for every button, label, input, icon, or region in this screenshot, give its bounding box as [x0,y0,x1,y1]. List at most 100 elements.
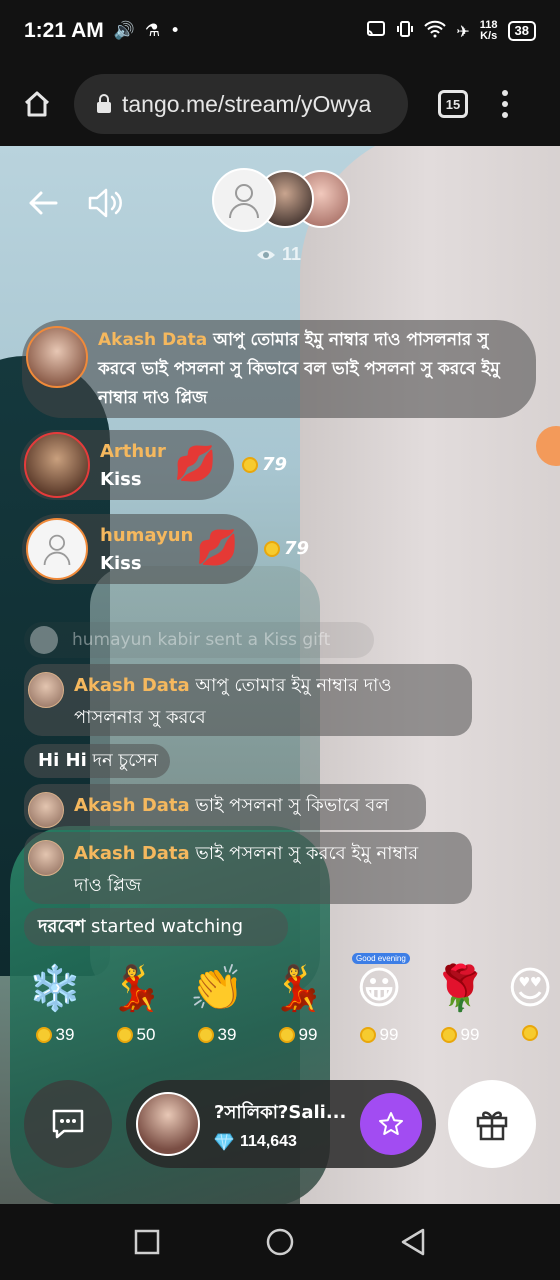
gift-price: 99 [278,1025,317,1045]
chat-message[interactable]: Akash Data আপু তোমার ইমু নাম্বার দাও পাস… [24,664,472,736]
host-avatar[interactable] [212,168,276,232]
chat-message[interactable]: Hi Hi দন চুসেন [24,744,170,778]
chat-message-text: Akash Data ভাই পসলনা সু কিভাবে বল [74,795,389,816]
gift-clapping[interactable]: 👏 39 [182,961,252,1061]
stream-bottom-controls: ?সালিকা?Sali... 114,643 [0,1076,560,1176]
coin-icon [197,1027,214,1043]
gift-button[interactable] [448,1080,536,1168]
url-bar[interactable]: tango.me/stream/yOwya [74,74,408,134]
heart-eyes-emoji-icon: 😍 [507,963,553,1014]
coin-icon [359,1027,376,1043]
gift-message[interactable]: Arthur Kiss 💋 [20,430,234,500]
kiss-lips-icon: 💋 [196,528,239,568]
chat-message-highlighted[interactable]: Akash Data আপু তোমার ইমু নাম্বার দাও পাস… [22,320,536,418]
coin-icon [278,1027,295,1043]
user-avatar[interactable] [28,672,64,708]
coin-icon [264,540,280,557]
gift-dancer[interactable]: 💃 99 [263,961,333,1061]
home-nav-button[interactable] [260,1222,300,1262]
host-name: ?সালিকা?Sali... [214,1101,347,1123]
user-avatar[interactable] [24,432,90,498]
back-button[interactable] [26,186,60,220]
gift-message[interactable]: humayun Kiss 💋 [22,514,258,584]
more-menu-button[interactable] [502,90,508,118]
status-time: 1:21 AM [24,19,104,42]
gift-box-icon [476,1111,508,1141]
gift-price: 50 [116,1025,155,1045]
chat-message[interactable]: Akash Data ভাই পসলনা সু করবে ইমু নাম্বার… [24,832,472,904]
chat-message-text: Hi Hi দন চুসেন [38,750,158,771]
home-button[interactable] [0,62,74,146]
chat-bubble-icon [52,1109,84,1139]
coin-icon [35,1027,52,1043]
chat-message-faded: humayun kabir sent a Kiss gift [24,622,374,658]
menu-dot [502,101,508,107]
dot-icon: • [170,21,181,41]
good-evening-emoji-icon: 😀 [356,963,402,1014]
gift-price: 39 [197,1025,236,1045]
gift-coins: 79 [242,454,287,475]
url-text: tango.me/stream/yOwya [122,90,372,117]
chat-message-text: Akash Data আপু তোমার ইমু নাম্বার দাও পাস… [74,675,392,728]
chat-message-text: দরবেশ started watching [38,916,244,937]
gift-good-evening[interactable]: Good evening 😀 99 [344,953,414,1061]
status-bar: 1:21 AM 🔊 ⚗ • ✈ 118 K/s 38 [0,0,560,62]
network-speed: 118 K/s [479,19,498,42]
host-diamonds: 114,643 [214,1133,352,1151]
quick-gift-bar: ❄️ 39 💃 50 👏 39 💃 99 Good evening 😀 99 🌹… [0,953,560,1071]
host-profile-card[interactable]: ?সালিকা?Sali... 114,643 [126,1080,436,1168]
chat-message-text: Akash Data ভাই পসলনা সু করবে ইমু নাম্বার… [74,843,419,896]
snowflake-icon: ❄️ [27,963,83,1014]
gift-price: 99 [440,1025,479,1045]
user-avatar[interactable] [28,792,64,828]
host-avatar[interactable] [136,1092,200,1156]
follow-button[interactable] [360,1093,422,1155]
chat-button[interactable] [24,1080,112,1168]
home-icon [24,91,50,117]
status-left-icons: 🔊 ⚗ • [114,21,180,41]
gift-price [522,1025,538,1041]
menu-dot [502,90,508,96]
status-right-icons: ✈ 118 K/s 38 [366,20,536,42]
coin-icon [116,1027,133,1043]
coin-icon [242,456,258,473]
clapping-icon: 👏 [189,963,245,1014]
triangle-back-icon [402,1228,425,1256]
sound-toggle-button[interactable] [86,186,126,220]
recent-apps-button[interactable] [127,1222,167,1262]
user-placeholder-icon [43,534,71,566]
gift-heart-eyes[interactable]: 😍 [500,961,560,1061]
user-avatar[interactable] [26,518,88,580]
arrow-left-icon [29,191,58,215]
gift-coins: 79 [264,538,309,559]
browser-toolbar: tango.me/stream/yOwya 15 [0,62,560,146]
gift-badge: Good evening [352,953,410,964]
flask-icon: ⚗ [144,21,161,41]
gift-rose[interactable]: 🌹 99 [425,961,495,1061]
airplane-icon: ✈ [456,21,470,41]
gift-snowflake[interactable]: ❄️ 39 [20,961,90,1061]
user-avatar[interactable] [26,326,88,388]
tab-switcher-button[interactable]: 15 [438,90,468,118]
live-stream-view[interactable]: 11 Akash Data আপু তোমার ইমু নাম্বার দাও … [0,146,560,1204]
viewer-avatars[interactable] [212,168,352,234]
chat-message[interactable]: দরবেশ started watching [24,908,288,946]
coin-icon [522,1025,538,1041]
chat-message[interactable]: Akash Data ভাই পসলনা সু কিভাবে বল [24,784,426,830]
user-avatar [30,626,58,654]
diamond-icon [214,1133,234,1151]
viewer-count: 11 [256,244,301,265]
android-nav-bar [0,1204,560,1280]
back-nav-button[interactable] [393,1222,433,1262]
gift-message-text: humayun Kiss [100,525,194,574]
cast-icon [366,20,386,42]
gift-dancers[interactable]: 💃 50 [101,961,171,1061]
vibrate-icon [396,20,414,42]
volume-icon: 🔊 [113,21,135,41]
menu-dot [502,112,508,118]
chat-message-text: Akash Data আপু তোমার ইমু নাম্বার দাও পাস… [98,330,500,408]
speaker-icon [88,188,122,218]
user-avatar[interactable] [28,840,64,876]
host-info: ?সালিকা?Sali... 114,643 [214,1098,352,1151]
gift-price: 99 [359,1025,398,1045]
